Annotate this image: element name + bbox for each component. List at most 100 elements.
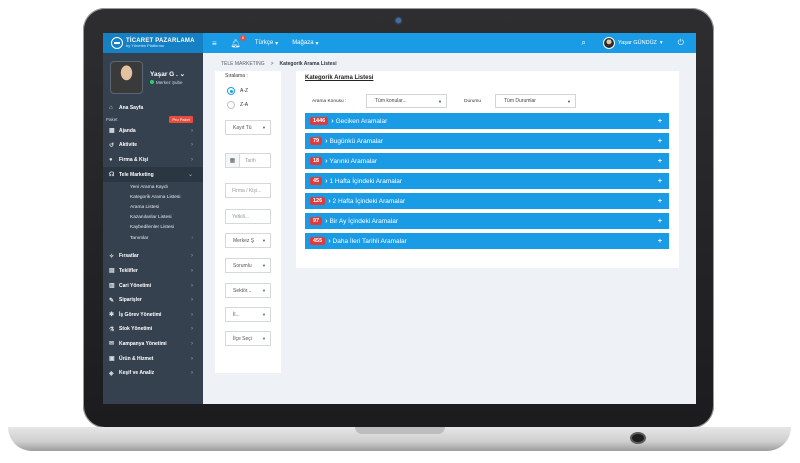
radio-icon[interactable]: [227, 101, 235, 109]
authorized-input[interactable]: Yetkili...: [225, 209, 271, 224]
sidebar-item-label: Firma & Kişi: [119, 157, 149, 164]
plus-icon[interactable]: +: [658, 218, 662, 225]
record-type-value: Kayıt Tü: [233, 124, 252, 131]
camera-dot: [396, 18, 401, 23]
caret-down-icon: ▾: [315, 40, 319, 47]
sidebar-item-label: Kampanya Yönetimi: [119, 340, 167, 347]
count-badge: 97: [310, 217, 323, 225]
company-input[interactable]: Firma / Kişi...: [225, 183, 271, 198]
car-icon: ◈: [109, 370, 114, 377]
sidebar-subitem[interactable]: Kategorik Arama Listesi: [103, 192, 203, 202]
hamburger-menu-icon[interactable]: ≡: [212, 39, 217, 48]
caret-down-icon: ▼: [262, 125, 266, 130]
user-icon: ●: [109, 157, 113, 164]
sort-za-option[interactable]: Z-A: [227, 101, 248, 109]
branch-select[interactable]: Merkez Ş ▼: [225, 233, 271, 248]
chevron-right-icon: ›: [191, 142, 193, 149]
accordion-row[interactable]: 79 › Bugünkü Aramalar +: [305, 133, 669, 149]
count-badge: 126: [310, 197, 326, 205]
accordion-row[interactable]: 18 › Yarınki Aramalar +: [305, 153, 669, 169]
chevron-right-icon: ›: [191, 326, 193, 333]
sort-az-option[interactable]: A-Z: [227, 87, 248, 95]
plus-icon[interactable]: +: [658, 178, 662, 185]
accordion-row[interactable]: 97 › Bir Ay İçindeki Aramalar +: [305, 213, 669, 229]
sidebar-subitem[interactable]: Kaybedilenler Listesi: [103, 223, 203, 233]
plus-icon[interactable]: +: [658, 238, 662, 245]
profile-menu[interactable]: Yaşar G . ⌄: [150, 70, 185, 78]
calendar-icon[interactable]: ▦: [225, 153, 240, 168]
chevron-right-icon: ›: [191, 267, 193, 274]
sidebar-item-agenda[interactable]: ▦ Ajanda ›: [103, 124, 203, 139]
sidebar-item-activity[interactable]: ↺ Aktivite ›: [103, 138, 203, 153]
district-select[interactable]: İlçe Seçi ▼: [225, 331, 271, 346]
date-field[interactable]: ▦ Tarih: [225, 153, 271, 168]
sidebar-item-label: Ajanda: [119, 127, 136, 134]
package-label: Paket: [106, 117, 118, 123]
sidebar-item-analysis[interactable]: ◈ Keşif ve Analiz ›: [103, 366, 203, 381]
sidebar-item-accounts[interactable]: ▥ Cari Yönetimi ›: [103, 278, 203, 293]
sidebar-subitem[interactable]: Kazanılanlar Listesi: [103, 213, 203, 223]
asterisk-icon: ✱: [109, 312, 115, 319]
breadcrumb-parent[interactable]: TELE MARKETING: [221, 61, 265, 67]
sector-select[interactable]: Sektör... ▼: [225, 283, 271, 298]
store-label: Mağaza: [292, 40, 314, 46]
accordion-label: Bugünkü Aramalar: [329, 137, 383, 145]
sidebar-item-opportunities[interactable]: ✧ Fırsatlar ›: [103, 249, 203, 264]
package-row: Paket Pro Paket: [103, 116, 203, 124]
sidebar-subitem[interactable]: Yeni Arama Kaydı: [103, 182, 203, 192]
sidebar-item-products[interactable]: ▣ Ürün & Hizmet ›: [103, 351, 203, 366]
laptop-notch: [355, 427, 445, 434]
brand[interactable]: TİCARET PAZARLAMA by Yönetim Platformu: [103, 33, 203, 53]
radio-checked-icon[interactable]: [227, 87, 235, 95]
chevron-right-icon: ›: [328, 197, 331, 205]
accordion-row[interactable]: 1446 › Geciken Aramalar +: [305, 113, 669, 129]
plus-icon[interactable]: +: [658, 198, 662, 205]
plus-icon[interactable]: +: [658, 118, 662, 125]
plus-icon[interactable]: +: [658, 158, 662, 165]
sidebar-item-stock[interactable]: ⚗ Stok Yönetimi ›: [103, 322, 203, 337]
status-select[interactable]: Tüm Durumlar ▼: [495, 94, 576, 108]
caret-down-icon: ▼: [262, 288, 266, 293]
date-input[interactable]: Tarih: [240, 153, 271, 168]
city-select[interactable]: İl... ▼: [225, 307, 271, 322]
sidebar-subitem-label: Kaybedilenler Listesi: [130, 225, 174, 231]
search-icon[interactable]: ⌕: [581, 38, 585, 48]
document-icon: ▤: [109, 268, 115, 275]
calendar-icon: ▦: [109, 128, 115, 135]
avatar: [602, 37, 615, 49]
chevron-right-icon: ›: [191, 282, 193, 289]
magic-icon: ✧: [109, 253, 115, 260]
sidebar-subitem-label: Yeni Arama Kaydı: [130, 184, 168, 190]
sidebar-item-campaigns[interactable]: ✉ Kampanya Yönetimi ›: [103, 337, 203, 352]
accordion-row[interactable]: 126 › 2 Hafta İçindeki Aramalar +: [305, 193, 669, 209]
accordion-label: Bir Ay İçindeki Aramalar: [329, 217, 398, 225]
bell-icon[interactable]: 🔔︎ 8: [231, 34, 246, 48]
sidebar-item-tasks[interactable]: ✱ İş Görev Yönetimi ›: [103, 307, 203, 322]
accordion-row[interactable]: 455 › Daha İleri Tarihli Aramalar +: [305, 233, 669, 249]
sidebar-item-home[interactable]: ⌂ Ana Sayfa: [103, 101, 203, 116]
accordion-row[interactable]: 45 › 1 Hafta İçindeki Aramalar +: [305, 173, 669, 189]
sidebar-item-offers[interactable]: ▤ Teklifler ›: [103, 264, 203, 279]
sidebar-item-company[interactable]: ● Firma & Kişi ›: [103, 153, 203, 168]
record-type-select[interactable]: Kayıt Tü ▼: [225, 120, 271, 135]
responsible-select[interactable]: Sorumlu ▼: [225, 258, 271, 273]
sidebar-subitem[interactable]: Arama Listesi: [103, 202, 203, 212]
user-name: Yaşar GÜNDÜZ: [617, 40, 657, 46]
power-icon[interactable]: ⏻: [678, 38, 684, 48]
chevron-right-icon: ›: [191, 253, 193, 260]
user-menu[interactable]: Yaşar GÜNDÜZ ▾: [602, 37, 663, 49]
pro-package-badge[interactable]: Pro Paket: [169, 116, 193, 124]
profile-card: Yaşar G . ⌄ Merkez Şube: [103, 53, 203, 101]
sidebar-subitem[interactable]: Tanımlar ›: [103, 233, 203, 243]
language-label: Türkçe: [254, 40, 274, 46]
sidebar-item-tele-marketing[interactable]: ☊ Tele Marketing ⌄: [103, 167, 203, 182]
sidebar-item-label: Ana Sayfa: [119, 105, 144, 112]
subject-select[interactable]: Tüm konular... ▼: [366, 94, 447, 108]
laptop-button: [630, 432, 646, 444]
language-menu[interactable]: Türkçe ▾: [255, 40, 278, 47]
sector-value: Sektör...: [233, 287, 252, 294]
plus-icon[interactable]: +: [658, 138, 662, 145]
sidebar-item-orders[interactable]: ✎ Siparişler ›: [103, 293, 203, 308]
subject-value: Tüm konular...: [375, 98, 407, 104]
store-menu[interactable]: Mağaza ▾: [292, 40, 318, 47]
